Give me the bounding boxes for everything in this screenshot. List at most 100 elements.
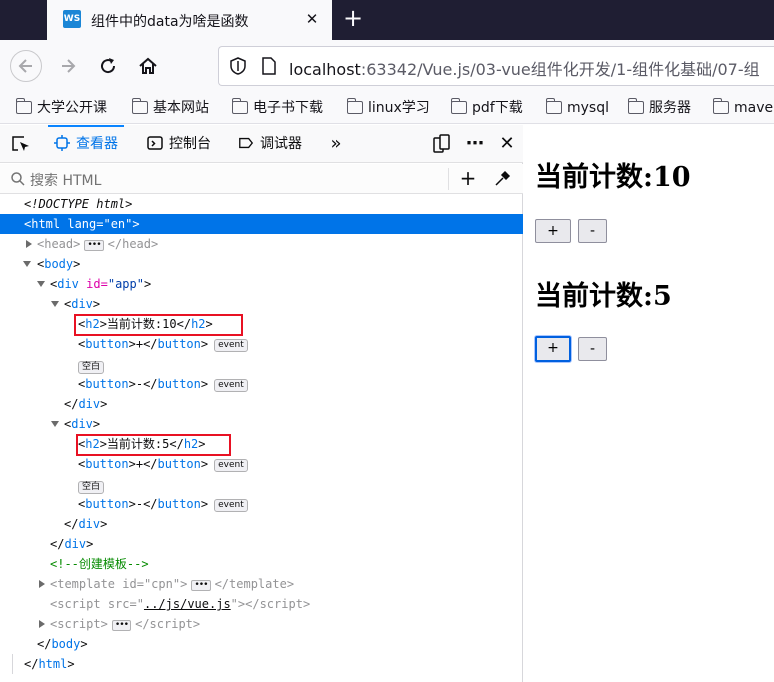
- counter-heading: 当前计数:5: [535, 281, 672, 312]
- tab-strip: WS 组件中的data为啥是函数 ✕ +: [0, 0, 774, 40]
- tree-row-button[interactable]: <button>-</button> event: [0, 494, 523, 514]
- page-info-icon[interactable]: [261, 57, 277, 75]
- forward-button[interactable]: [54, 52, 82, 80]
- folder-icon: [15, 98, 32, 114]
- collapsed-triangle-icon[interactable]: [39, 580, 45, 588]
- browser-tab-active[interactable]: WS 组件中的data为啥是函数 ✕: [47, 0, 332, 40]
- tree-row-whitespace[interactable]: 空白: [0, 354, 523, 374]
- tree-row-head[interactable]: <head> ••• </head>: [0, 234, 523, 254]
- address-bar[interactable]: localhost:63342/Vue.js/03-vue组件化开发/1-组件化…: [218, 46, 774, 86]
- tree-row-html[interactable]: <html lang="en">: [0, 214, 523, 234]
- tab-inspector[interactable]: 查看器: [48, 125, 124, 163]
- bookmark-folder[interactable]: 基本网站: [131, 98, 209, 118]
- folder-icon: [131, 98, 148, 114]
- tree-row-div[interactable]: <div>: [0, 414, 523, 434]
- tree-row-button[interactable]: <button>+</button> event: [0, 454, 523, 474]
- tree-row-template[interactable]: <template id="cpn"> ••• </template>: [0, 574, 523, 594]
- tracking-shield-icon[interactable]: [229, 57, 247, 75]
- whitespace-badge: 空白: [78, 361, 105, 374]
- folder-icon: [231, 98, 248, 114]
- tree-row-script[interactable]: <script> ••• </script>: [0, 614, 523, 634]
- bookmark-folder[interactable]: 服务器: [627, 98, 691, 118]
- whitespace-badge: 空白: [78, 481, 105, 494]
- close-tab-icon[interactable]: ✕: [302, 9, 322, 29]
- inspector-icon: [54, 135, 70, 151]
- tree-row-div-close[interactable]: </div>: [0, 514, 523, 534]
- expanded-triangle-icon[interactable]: [37, 281, 45, 287]
- increment-button[interactable]: +: [535, 336, 571, 362]
- devtools-panel: 查看器 控制台 调试器 » ⋯ ✕ 搜索 HTML + <!DOCTYPE ht…: [0, 125, 523, 682]
- tree-row-html-close[interactable]: </html>: [0, 654, 523, 674]
- close-devtools-icon[interactable]: ✕: [496, 134, 518, 154]
- expanded-triangle-icon[interactable]: [23, 261, 31, 267]
- reload-button[interactable]: [94, 52, 122, 80]
- ellipsis-icon[interactable]: •••: [191, 580, 211, 591]
- ellipsis-icon[interactable]: •••: [111, 620, 132, 631]
- page-viewport: 当前计数:10 + - 当前计数:5 + -: [524, 125, 774, 682]
- tree-row-body[interactable]: <body>: [0, 254, 523, 274]
- tree-row-div-app-close[interactable]: </div>: [0, 534, 523, 554]
- increment-button[interactable]: +: [535, 219, 571, 243]
- expanded-triangle-icon[interactable]: [51, 301, 59, 307]
- markup-tree: <!DOCTYPE html> <html lang="en"> <head> •…: [0, 194, 523, 674]
- tree-row-script-src[interactable]: <script src="../js/vue.js"></script>: [0, 594, 523, 614]
- back-button[interactable]: [10, 50, 42, 82]
- console-icon: [147, 136, 163, 150]
- more-tools-chevron-icon[interactable]: »: [325, 134, 347, 154]
- bookmark-folder[interactable]: mysql: [545, 98, 609, 118]
- indent-guide: [12, 654, 13, 674]
- decrement-button[interactable]: -: [578, 219, 607, 243]
- highlight-box: [74, 314, 243, 336]
- decrement-button[interactable]: -: [578, 337, 607, 361]
- event-badge[interactable]: event: [214, 339, 248, 352]
- tree-row-whitespace[interactable]: 空白: [0, 474, 523, 494]
- event-badge[interactable]: event: [214, 459, 248, 472]
- bookmark-folder[interactable]: mave: [712, 98, 773, 118]
- bookmark-folder[interactable]: 电子书下载: [231, 98, 323, 118]
- debugger-icon: [239, 137, 254, 149]
- ellipsis-icon[interactable]: •••: [84, 240, 104, 251]
- tab-console[interactable]: 控制台: [147, 125, 211, 163]
- navigation-toolbar: localhost:63342/Vue.js/03-vue组件化开发/1-组件化…: [0, 40, 774, 92]
- home-button[interactable]: [134, 52, 162, 80]
- tree-row-div[interactable]: <div>: [0, 294, 523, 314]
- event-badge[interactable]: event: [214, 499, 248, 512]
- tree-row-comment[interactable]: <!--创建模板-->: [0, 554, 523, 574]
- html-search-bar: 搜索 HTML +: [0, 164, 523, 194]
- tree-row-button[interactable]: <button>-</button> event: [0, 374, 523, 394]
- tree-row-body-close[interactable]: </body>: [0, 634, 523, 654]
- search-icon: [11, 172, 25, 186]
- bookmark-folder[interactable]: linux学习: [346, 98, 430, 118]
- counter-heading: 当前计数:10: [535, 162, 691, 193]
- tree-row-div-app[interactable]: <div id="app">: [0, 274, 523, 294]
- bookmarks-toolbar: 大学公开课 基本网站 电子书下载 linux学习 pdf下载 mysql 服务器…: [0, 92, 774, 124]
- search-input[interactable]: 搜索 HTML: [30, 170, 101, 190]
- event-badge[interactable]: event: [214, 379, 248, 392]
- url-text: localhost:63342/Vue.js/03-vue组件化开发/1-组件化…: [289, 60, 760, 79]
- tree-row-button[interactable]: <button>+</button> event: [0, 334, 523, 354]
- bookmark-folder[interactable]: pdf下载: [450, 98, 523, 118]
- folder-icon: [545, 98, 562, 114]
- highlight-box: [76, 434, 231, 456]
- collapsed-triangle-icon[interactable]: [26, 240, 32, 248]
- new-tab-icon[interactable]: +: [340, 5, 366, 33]
- more-options-icon[interactable]: ⋯: [464, 134, 486, 154]
- folder-icon: [712, 98, 729, 114]
- folder-icon: [450, 98, 467, 114]
- eyedropper-icon[interactable]: [493, 170, 511, 188]
- bookmark-folder[interactable]: 大学公开课: [15, 98, 107, 118]
- responsive-design-icon[interactable]: [431, 134, 453, 154]
- collapsed-triangle-icon[interactable]: [39, 620, 45, 628]
- folder-icon: [346, 98, 363, 114]
- devtools-toolbar: 查看器 控制台 调试器 » ⋯ ✕: [0, 125, 523, 163]
- divider: [448, 168, 449, 190]
- tab-title: 组件中的data为啥是函数: [91, 14, 249, 30]
- tab-debugger[interactable]: 调试器: [238, 125, 302, 163]
- element-picker-icon[interactable]: [10, 134, 32, 154]
- expanded-triangle-icon[interactable]: [51, 421, 59, 427]
- tree-row-doctype[interactable]: <!DOCTYPE html>: [0, 194, 523, 214]
- webstorm-favicon-icon: WS: [63, 10, 81, 28]
- folder-icon: [627, 98, 644, 114]
- add-node-icon[interactable]: +: [458, 167, 478, 189]
- tree-row-div-close[interactable]: </div>: [0, 394, 523, 414]
